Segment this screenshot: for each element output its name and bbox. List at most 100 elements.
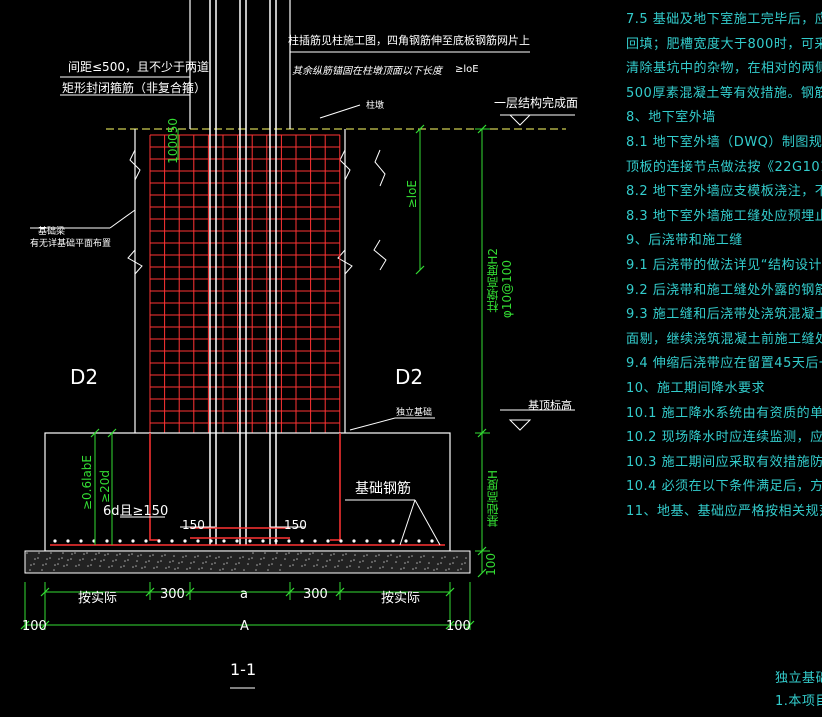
stirrup-label: φ10@100: [500, 260, 514, 319]
hatch-dot: [387, 555, 389, 557]
hatch-dot: [66, 564, 68, 566]
hatch-dot: [222, 568, 224, 570]
hatch-dot: [301, 565, 303, 567]
hatch-dot: [26, 552, 28, 554]
dim-100-bottom: 100: [484, 553, 498, 576]
hatch-dot: [135, 565, 137, 567]
hatch-dot: [211, 563, 213, 565]
hatch-dot: [197, 555, 199, 557]
hatch-dot: [284, 558, 286, 560]
hatch-dot: [436, 568, 438, 570]
hatch-dot: [235, 563, 237, 565]
note-line: 9.4 伸缩后浇带应在留置45天后一: [626, 356, 822, 372]
hatch-dot: [83, 553, 85, 555]
hatch-dot: [193, 561, 195, 563]
rebar-dot: [313, 539, 317, 543]
note-line: 9.2 后浇带和施工缝处外露的钢筋应: [626, 282, 822, 298]
note-line: 11、地基、基础应严格按相关规范、: [626, 504, 822, 519]
hatch-dot: [206, 556, 208, 558]
hatch-dot: [104, 554, 106, 556]
hatch-dot: [267, 569, 269, 571]
hatch-dot: [172, 560, 174, 562]
rebar-dot: [300, 539, 304, 543]
hatch-dot: [325, 565, 327, 567]
hatch-dot: [223, 563, 225, 565]
hatch-dot: [358, 566, 360, 568]
column-rebars: [209, 0, 277, 545]
rebar-dot: [261, 539, 265, 543]
hatch-dot: [168, 566, 170, 568]
hatch-dot: [367, 567, 369, 569]
hatch-dot: [38, 552, 40, 554]
hatch-dot: [119, 553, 121, 555]
hatch-dot: [239, 557, 241, 559]
rebar-dot: [196, 539, 200, 543]
hatch-dot: [416, 562, 418, 564]
dim-1000-50: 100050: [166, 118, 180, 164]
base-beam-note: 有无详基础平面布置: [30, 239, 112, 249]
rebar-dot: [404, 539, 408, 543]
hatch-dot: [271, 563, 273, 565]
rebar-dot: [183, 539, 187, 543]
rebar-dot: [53, 539, 57, 543]
hatch-dot: [74, 552, 76, 554]
hatch-dot: [123, 565, 125, 567]
hatch-dot: [103, 559, 105, 561]
hatch-dot: [346, 566, 348, 568]
left-note-2: 矩形封闭箍筋（非复合箍）: [62, 81, 207, 95]
hatch-dot: [169, 561, 171, 563]
hatch-dot: [98, 552, 100, 554]
hatch-dot: [391, 567, 393, 569]
hatch-dot: [177, 567, 179, 569]
hatch-dot: [276, 552, 278, 554]
hatch-dot: [312, 552, 314, 554]
hatch-dot: [100, 560, 102, 562]
hatch-dot: [400, 568, 402, 570]
hatch-dot: [285, 553, 287, 555]
hatch-dot: [71, 553, 73, 555]
hatch-dot: [363, 555, 365, 557]
hatch-dot: [54, 564, 56, 566]
hatch-dot: [128, 554, 130, 556]
hatch-dot: [317, 559, 319, 561]
hatch-dot: [70, 558, 72, 560]
note-line: 9、后浇带和施工缝: [626, 233, 743, 249]
hatch-dot: [308, 558, 310, 560]
hatch-dot: [82, 558, 84, 560]
hatch-dot: [382, 566, 384, 568]
found-height-label: 基础高度H: [486, 470, 500, 528]
note-line: 清除基坑中的杂物，在相对的两侧或: [626, 61, 822, 77]
hatch-dot: [359, 561, 361, 563]
hatch-dot: [279, 569, 281, 571]
hatch-dot: [329, 559, 331, 561]
hatch-dot: [374, 560, 376, 562]
hatch-dot: [444, 556, 446, 558]
hatch-dot: [67, 559, 69, 561]
hatch-dot: [116, 554, 118, 556]
rebar-dot: [79, 539, 83, 543]
hatch-dot: [112, 560, 114, 562]
region-left: D2: [70, 365, 99, 389]
hatch-dot: [165, 567, 167, 569]
hatch-dot: [395, 561, 397, 563]
rebar-dot: [131, 539, 135, 543]
hatch-dot: [263, 557, 265, 559]
hatch-dot: [399, 555, 401, 557]
hatch-dot: [390, 554, 392, 556]
hatch-dot: [433, 569, 435, 571]
hatch-dot: [334, 566, 336, 568]
hatch-dot: [440, 562, 442, 564]
hatch-dot: [153, 567, 155, 569]
dim-by-actual-right: 按实际: [381, 591, 421, 606]
hatch-dot: [46, 558, 48, 560]
hatch-dot: [386, 560, 388, 562]
hatch-dot: [87, 565, 89, 567]
rebar-dot: [118, 539, 122, 543]
rebar-dot: [66, 539, 70, 543]
hatch-dot: [185, 555, 187, 557]
rebar-dot: [144, 539, 148, 543]
hatch-dot: [289, 565, 291, 567]
hatch-dot: [219, 569, 221, 571]
hatch-dot: [432, 556, 434, 558]
hatch-dot: [53, 569, 55, 571]
